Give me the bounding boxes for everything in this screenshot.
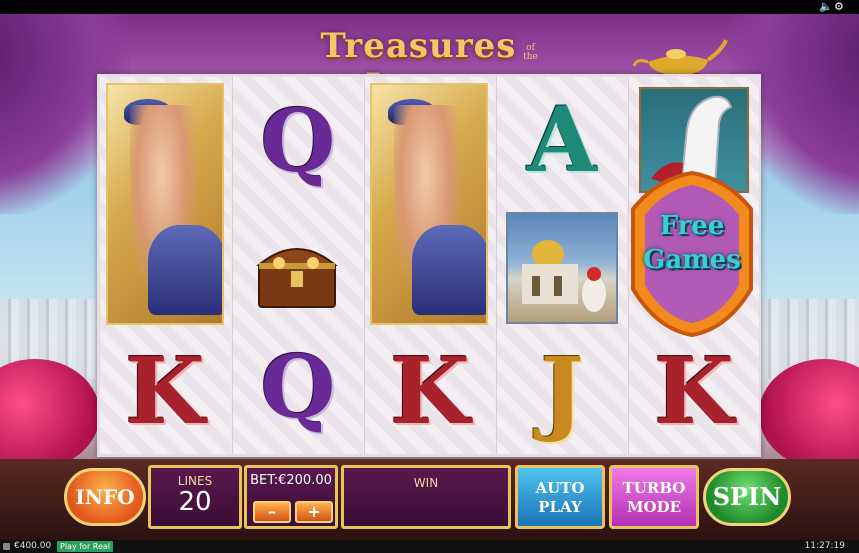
- spin-button[interactable]: SPIN: [703, 468, 791, 526]
- clock: 11:27:19: [804, 541, 845, 551]
- top-bar: 🔈 ⚙: [0, 0, 859, 14]
- symbol-j: J: [540, 337, 584, 445]
- bet-decrease-button[interactable]: –: [253, 501, 291, 523]
- free-games-line2: Games: [643, 245, 741, 275]
- win-label: WIN: [413, 476, 439, 490]
- symbol-q: Q: [260, 91, 336, 192]
- auto-play-line2: PLAY: [538, 498, 582, 516]
- free-games-line1: Free: [659, 211, 725, 241]
- palace-icon: [522, 240, 606, 312]
- bet-panel: BET:€200.00 – +: [244, 465, 338, 529]
- reel-1: K: [100, 77, 230, 454]
- turbo-mode-button[interactable]: TURBO MODE: [609, 465, 699, 529]
- bet-label: BET:€200.00: [250, 473, 332, 488]
- lines-label: LINES: [177, 474, 213, 488]
- symbol-palace: [506, 212, 618, 324]
- balance-icon: [3, 543, 10, 550]
- balance-value: €400.00: [14, 541, 52, 551]
- lines-panel: LINES 20: [148, 465, 242, 529]
- reel-2: Q Q: [232, 77, 363, 454]
- treasure-chest-icon: [256, 248, 338, 308]
- speaker-icon[interactable]: 🔈: [819, 1, 833, 13]
- win-panel: WIN: [341, 465, 511, 529]
- symbol-q: Q: [260, 337, 336, 438]
- reel-3: K: [364, 77, 495, 454]
- symbol-k: K: [654, 337, 734, 445]
- symbol-k: K: [390, 337, 470, 445]
- symbol-woman: [370, 83, 488, 325]
- turbo-line2: MODE: [626, 498, 682, 516]
- auto-play-button[interactable]: AUTO PLAY: [515, 465, 605, 529]
- reel-5: Free Games K: [628, 77, 759, 454]
- play-for-real-button[interactable]: Play for Real: [57, 541, 114, 552]
- turbo-line1: TURBO: [622, 479, 686, 497]
- auto-play-line1: AUTO: [535, 479, 585, 497]
- reel-grid: K Q Q K A J Free Games K: [97, 74, 761, 457]
- logo-title-main: Treasures: [320, 26, 517, 66]
- symbol-k: K: [125, 337, 205, 445]
- bet-increase-button[interactable]: +: [295, 501, 333, 523]
- symbol-free-games: Free Games: [627, 169, 757, 339]
- symbol-woman: [106, 83, 224, 325]
- logo-title-small: of the: [523, 42, 538, 62]
- reel-4: A J: [496, 77, 627, 454]
- gear-icon[interactable]: ⚙: [834, 1, 844, 13]
- info-button[interactable]: INFO: [64, 468, 146, 526]
- status-bar: €400.00 Play for Real 11:27:19: [0, 540, 859, 553]
- symbol-a: A: [527, 87, 597, 193]
- lines-value: 20: [178, 487, 212, 517]
